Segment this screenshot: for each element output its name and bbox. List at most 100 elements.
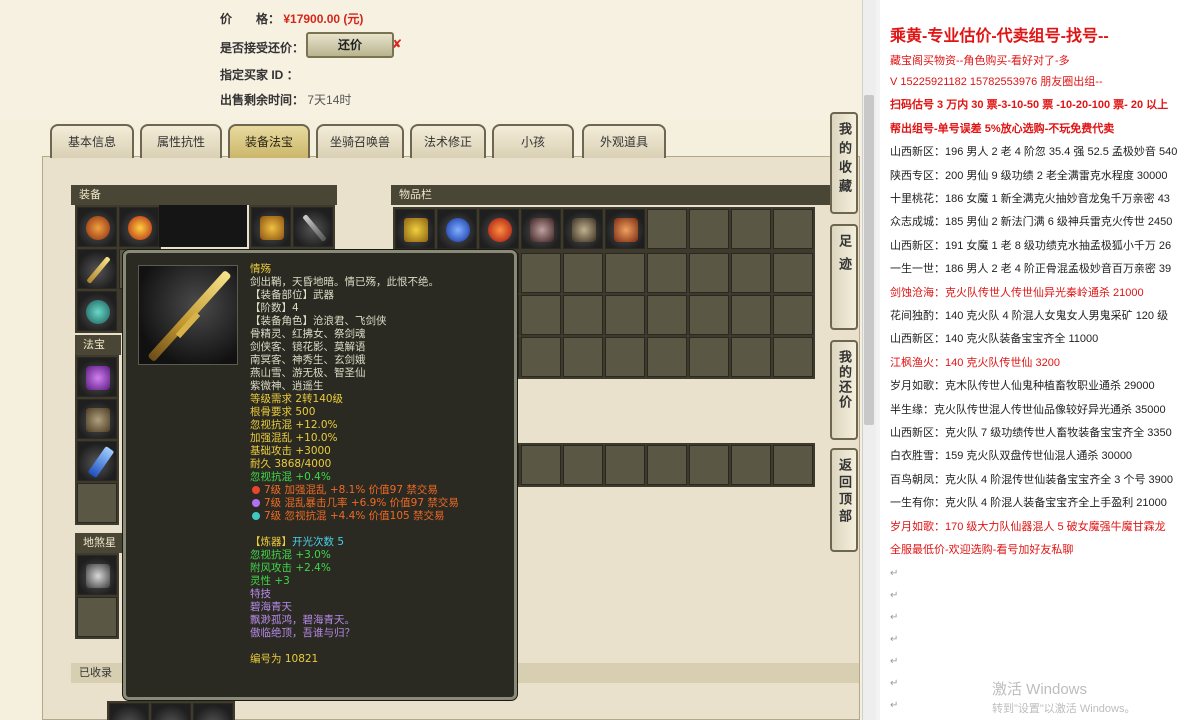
listing-header [0, 0, 862, 120]
doc-empty-line: ↵ [890, 678, 899, 690]
doc-line: 岁月如歌：170 级大力队仙器混人 5 破女魔强牛魔甘霖龙 [890, 520, 1166, 533]
item-name: 情殇 [250, 263, 271, 275]
doc-line: 白衣胜雪：159 克火队双盘传世仙混人通杀 30000 [890, 450, 1133, 463]
treasure-slot-2[interactable] [77, 399, 117, 439]
item-roles-line: 骨精灵、红拂女、祭剑魂 [250, 328, 366, 340]
equip-slot-hat[interactable] [77, 207, 117, 247]
tab-attributes[interactable]: 属性抗性 [140, 124, 222, 158]
collected-grid [107, 701, 235, 720]
tab-mounts-pets[interactable]: 坐骑召唤兽 [316, 124, 404, 158]
inventory-slot[interactable] [605, 209, 645, 249]
item-slot: 【装备部位】武器 [250, 289, 334, 301]
doc-empty-line: ↵ [890, 590, 899, 602]
equip-slot-belt[interactable] [293, 207, 333, 247]
inventory-slot[interactable] [773, 209, 813, 249]
item-roles-line: 南冥客、神秀生、玄剑娥 [250, 354, 366, 366]
item-stat-green: 忽视抗混 +0.4% [250, 471, 331, 483]
price-row: 价 格： ¥17900.00 (元) [220, 10, 363, 27]
inventory-slot[interactable] [437, 209, 477, 249]
side-tab-my-offers[interactable]: 我的还价 [830, 340, 858, 440]
inventory-slot[interactable] [395, 209, 435, 249]
tab-appearance[interactable]: 外观道具 [582, 124, 666, 158]
item-tier: 【阶数】4 [250, 302, 299, 314]
side-tab-favorites[interactable]: 我的收藏 [830, 112, 858, 214]
tab-basic-info[interactable]: 基本信息 [50, 124, 134, 158]
doc-empty-line: ↵ [890, 568, 899, 580]
item-image [138, 265, 238, 365]
land-treasure-slot-empty[interactable] [77, 597, 117, 637]
side-tab-back-to-top[interactable]: 返回顶部 [830, 448, 858, 552]
tab-spell-mods[interactable]: 法术修正 [410, 124, 486, 158]
side-tab-history[interactable]: 足迹 [830, 224, 858, 330]
collected-slot[interactable] [151, 703, 191, 720]
inventory-slot[interactable] [521, 209, 561, 249]
refine-row: 【炼器】开光次数 5 [250, 536, 512, 549]
equip-slot-accessory[interactable] [77, 291, 117, 331]
gem-line: 7级 加强混乱 +8.1% 价值97 禁交易 [250, 484, 512, 497]
inventory-slot[interactable] [563, 209, 603, 249]
item-durability: 耐久 3868/4000 [250, 458, 332, 470]
collected-slot[interactable] [109, 703, 149, 720]
item-tooltip: 情殇 剑出鞘，天昏地暗。情已殇，此恨不绝。 【装备部位】武器 【阶数】4 【装备… [123, 250, 517, 700]
counter-offer-x-icon: ✘ [392, 37, 403, 51]
equip-slot-armor[interactable] [251, 207, 291, 247]
inventory-slot[interactable] [689, 209, 729, 249]
doc-line: 江枫渔火：140 克火队传世仙 3200 [890, 356, 1060, 369]
doc-line: 山西新区：191 女魔 1 老 8 级功绩克水抽孟极狐小千万 26 [890, 239, 1172, 252]
doc-empty-line: ↵ [890, 700, 899, 712]
collected-slot[interactable] [193, 703, 233, 720]
item-serial: 编号为 10821 [250, 653, 319, 665]
treasure-section-header: 法宝 [75, 335, 121, 355]
buyer-label: 指定买家 ID ： [220, 68, 299, 82]
doc-line: 众志成城：185 男仙 2 新法门满 6 级神兵雷克火传世 2450 [890, 216, 1173, 229]
doc-line: 一生有你：克火队 4 阶混人装备宝宝齐全上手盈利 21000 [890, 497, 1167, 510]
item-level-req: 等级需求 2转140级 [250, 393, 344, 405]
tab-equipment[interactable]: 装备法宝 [228, 124, 310, 158]
listing-page: 价 格： ¥17900.00 (元) 是否接受还价： 还价 ✘ 指定买家 ID … [0, 0, 862, 720]
skill-desc: 傲临绝顶，吾谁与归？ [250, 627, 355, 639]
doc-title: 乘黄-专业估价-代卖组号-找号-- [890, 28, 1109, 45]
gem-text: 7级 忽视抗混 +4.4% 价值105 禁交易 [264, 510, 445, 522]
item-roles-line: 紫微神、逍遥生 [250, 380, 324, 392]
doc-line: 陕西专区：200 男仙 9 级功绩 2 老全满雷克水程度 30000 [890, 169, 1168, 182]
refine-count: 开光次数 5 [292, 536, 345, 548]
gem-text: 7级 加强混乱 +8.1% 价值97 禁交易 [264, 484, 438, 496]
time-row: 出售剩余时间： 7天14时 [220, 91, 351, 108]
item-stat: 忽视抗混 +12.0% [250, 419, 338, 431]
counter-offer-label: 是否接受还价： [220, 41, 305, 55]
inventory-slot[interactable] [479, 209, 519, 249]
gem-icon [252, 486, 260, 494]
windows-activation-watermark: 激活 Windows [992, 681, 1088, 698]
treasure-slot-empty[interactable] [77, 483, 117, 523]
side-tab-favorites-label: 我的收藏 [837, 122, 852, 198]
windows-activation-hint: 转到"设置"以激活 Windows。 [992, 703, 1136, 715]
doc-line: 一生一世：186 男人 2 老 4 阶正骨混孟极妙音百万亲密 39 [890, 263, 1172, 276]
notes-document: 乘黄-专业估价-代卖组号-找号-- 藏宝阁买物资--角色购买-看好对了-多 V 1… [876, 0, 1188, 720]
item-stat: 基础攻击 +3000 [250, 445, 331, 457]
page-scrollbar-thumb[interactable] [864, 95, 874, 425]
inventory-slot[interactable] [647, 209, 687, 249]
side-tab-history-label: 足迹 [837, 234, 852, 280]
refine-stat: 忽视抗混 +3.0% [250, 549, 331, 561]
treasure-slot-1[interactable] [77, 357, 117, 397]
refine-stat: 附风攻击 +2.4% [250, 562, 331, 574]
side-tab-back-to-top-label: 返回顶部 [837, 458, 852, 526]
counter-offer-button[interactable]: 还价 [306, 32, 394, 58]
counter-offer-row: 是否接受还价： [220, 39, 304, 56]
land-treasure-slot-1[interactable] [77, 555, 117, 595]
treasure-slot-3[interactable] [77, 441, 117, 481]
doc-line: 藏宝阁买物资--角色购买-看好对了-多 [890, 55, 1070, 67]
refine-stat: 灵性 +3 [250, 575, 290, 587]
doc-line: 山西新区：140 克火队装备宝宝齐全 11000 [890, 333, 1099, 346]
tab-children[interactable]: 小孩 [492, 124, 574, 158]
skill-name: 碧海青天 [250, 601, 292, 613]
gem-icon [252, 512, 260, 520]
inventory-slot[interactable] [731, 209, 771, 249]
doc-empty-line: ↵ [890, 612, 899, 624]
gem-icon [252, 499, 260, 507]
doc-line: 全服最低价-欢迎选购-看号加好友私聊 [890, 544, 1074, 556]
equip-slot-necklace[interactable] [119, 207, 159, 247]
equip-slot-weapon[interactable] [77, 249, 117, 289]
side-tab-my-offers-label: 我的还价 [837, 350, 852, 410]
treasure-grid [75, 355, 119, 525]
